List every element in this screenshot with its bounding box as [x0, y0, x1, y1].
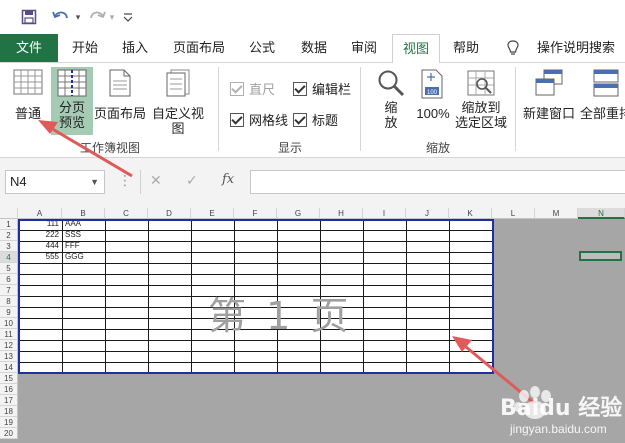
baidu-watermark-brand: Baidu 经验: [500, 396, 623, 421]
annotation-arrows: [38, 120, 541, 410]
baidu-watermark-url: jingyan.baidu.com: [510, 422, 607, 436]
arrow-to-page-break-preview: [38, 120, 133, 178]
